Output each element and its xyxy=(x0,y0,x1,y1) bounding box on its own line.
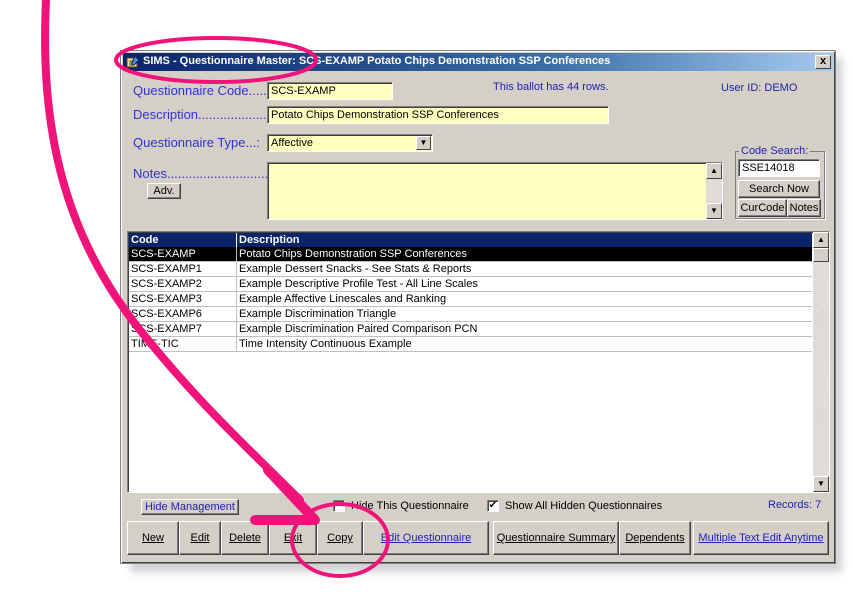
table-row[interactable]: SCS-EXAMP6 Example Discrimination Triang… xyxy=(129,307,812,322)
cell-description: Example Discrimination Paired Comparison… xyxy=(239,323,478,335)
edit-questionnaire-button[interactable]: Edit Questionnaire xyxy=(363,521,489,555)
cell-code: SCS-EXAMP7 xyxy=(129,322,237,336)
scroll-thumb[interactable] xyxy=(813,248,829,262)
summary-label: Questionnaire Summary xyxy=(496,532,616,544)
delete-button-label: Delete xyxy=(229,532,261,544)
code-search-label: Code Search: xyxy=(739,145,811,157)
curcode-button[interactable]: CurCode xyxy=(738,199,787,217)
edit-button[interactable]: Edit xyxy=(179,521,221,555)
code-field[interactable]: SCS-EXAMP xyxy=(267,82,393,100)
window-title: SIMS - Questionnaire Master: SCS-EXAMP P… xyxy=(143,55,611,67)
cell-description: Example Dessert Snacks - See Stats & Rep… xyxy=(239,263,472,275)
exit-button[interactable]: Exit xyxy=(269,521,317,555)
cell-code: SCS-EXAMP3 xyxy=(129,292,237,306)
user-id: User ID: DEMO xyxy=(721,82,798,94)
hide-management-button[interactable]: Hide Management xyxy=(141,499,239,515)
title-bar[interactable]: SIMS - Questionnaire Master: SCS-EXAMP P… xyxy=(123,53,833,71)
cell-description: Example Discrimination Triangle xyxy=(239,308,397,320)
table-row[interactable]: SCS-EXAMP2 Example Descriptive Profile T… xyxy=(129,277,812,292)
cell-code: SCS-EXAMP xyxy=(129,247,237,261)
records-count: Records: 7 xyxy=(768,499,822,511)
table-row[interactable]: TIME-TIC Time Intensity Continuous Examp… xyxy=(129,337,812,352)
table-row[interactable]: SCS-EXAMP7 Example Discrimination Paired… xyxy=(129,322,812,337)
copy-button[interactable]: Copy xyxy=(317,521,363,555)
edit-button-label: Edit xyxy=(190,532,210,544)
cell-description: Example Affective Linescales and Ranking xyxy=(239,293,447,305)
cell-description: Example Descriptive Profile Test - All L… xyxy=(239,278,478,290)
table-row[interactable]: SCS-EXAMP Potato Chips Demonstration SSP… xyxy=(129,247,812,262)
cell-code: TIME-TIC xyxy=(129,337,237,351)
copy-button-label: Copy xyxy=(327,532,353,544)
type-label: Questionnaire Type...: xyxy=(133,135,260,150)
column-header-code[interactable]: Code xyxy=(129,233,237,247)
scroll-up-icon[interactable]: ▲ xyxy=(706,163,722,179)
notes-scrollbar[interactable]: ▲ ▼ xyxy=(706,163,722,219)
close-button[interactable]: x xyxy=(815,55,831,69)
questionnaire-master-window: SIMS - Questionnaire Master: SCS-EXAMP P… xyxy=(120,50,836,564)
questionnaire-grid[interactable]: Code Description SCS-EXAMP Potato Chips … xyxy=(127,231,830,493)
hide-this-checkbox[interactable] xyxy=(333,500,345,512)
code-search-input[interactable]: SSE14018 xyxy=(738,159,820,177)
chevron-down-icon[interactable]: ▼ xyxy=(416,136,431,150)
cell-description: Potato Chips Demonstration SSP Conferenc… xyxy=(239,248,467,260)
dependents-label: Dependents xyxy=(625,532,685,544)
hide-this-label: Hide This Questionnaire xyxy=(351,500,469,512)
edit-questionnaire-label: Edit Questionnaire xyxy=(380,532,472,544)
column-header-description[interactable]: Description xyxy=(237,233,812,247)
exit-button-label: Exit xyxy=(283,532,303,544)
notes-label: Notes..............................: xyxy=(133,166,279,181)
questionnaire-summary-button[interactable]: Questionnaire Summary xyxy=(493,521,619,555)
description-label: Description....................: xyxy=(133,107,274,122)
delete-button[interactable]: Delete xyxy=(221,521,269,555)
search-now-button[interactable]: Search Now xyxy=(738,180,820,198)
cell-code: SCS-EXAMP1 xyxy=(129,262,237,276)
scroll-up-icon[interactable]: ▲ xyxy=(813,232,829,248)
scroll-down-icon[interactable]: ▼ xyxy=(813,476,829,492)
notes-field[interactable] xyxy=(267,162,723,220)
type-dropdown[interactable]: Affective ▼ xyxy=(267,134,433,152)
cell-description: Time Intensity Continuous Example xyxy=(239,338,412,350)
table-row[interactable]: SCS-EXAMP1 Example Dessert Snacks - See … xyxy=(129,262,812,277)
grid-scrollbar[interactable]: ▲ ▼ xyxy=(813,232,829,492)
dependents-button[interactable]: Dependents xyxy=(619,521,691,555)
show-hidden-label: Show All Hidden Questionnaires xyxy=(505,500,663,512)
cell-code: SCS-EXAMP2 xyxy=(129,277,237,291)
type-value: Affective xyxy=(271,137,313,149)
notes-button[interactable]: Notes xyxy=(787,199,821,217)
adv-button[interactable]: Adv. xyxy=(147,183,181,199)
app-icon xyxy=(126,55,140,68)
cell-code: SCS-EXAMP6 xyxy=(129,307,237,321)
multiple-text-edit-label: Multiple Text Edit Anytime xyxy=(698,532,824,544)
description-field[interactable]: Potato Chips Demonstration SSP Conferenc… xyxy=(267,106,609,124)
ballot-info: This ballot has 44 rows. xyxy=(493,81,609,93)
multiple-text-edit-button[interactable]: Multiple Text Edit Anytime xyxy=(693,521,829,555)
table-row[interactable]: SCS-EXAMP3 Example Affective Linescales … xyxy=(129,292,812,307)
grid-header: Code Description xyxy=(129,233,812,247)
new-button[interactable]: New xyxy=(127,521,179,555)
new-button-label: New xyxy=(141,532,164,544)
scroll-down-icon[interactable]: ▼ xyxy=(706,203,722,219)
code-label: Questionnaire Code......: xyxy=(133,83,274,98)
show-hidden-checkbox[interactable]: ✔ xyxy=(487,500,499,512)
